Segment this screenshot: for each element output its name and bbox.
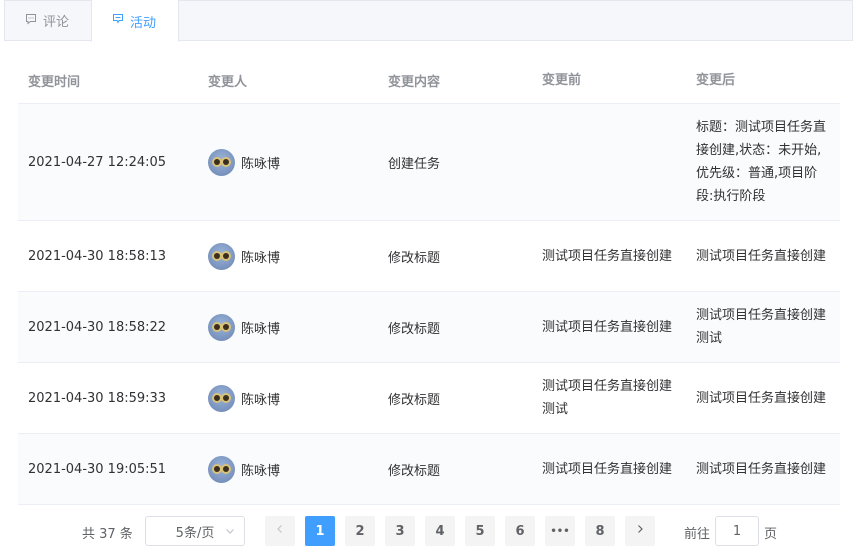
user-name: 陈咏博 [241, 463, 281, 479]
activity-table: 变更时间 变更人 变更内容 变更前 变更后 2021-04-27 12:24:0… [18, 58, 840, 505]
avatar [208, 242, 235, 270]
table-row: 2021-04-30 18:59:33 陈咏博 修改标题 测试项目任务直接创建测… [18, 363, 840, 434]
cell-after: 测试项目任务直接创建测试 [696, 308, 827, 346]
cell-time: 2021-04-30 18:58:22 [28, 319, 167, 335]
tab-comment[interactable]: 评论 [5, 0, 89, 41]
page-button-8[interactable]: 8 [585, 516, 615, 546]
page-button-1[interactable]: 1 [305, 516, 335, 546]
cell-after: 标题：测试项目任务直接创建,状态：未开始,优先级：普通,项目阶段:执行阶段 [696, 120, 827, 204]
next-page-button[interactable] [625, 516, 655, 546]
page-button-4[interactable]: 4 [425, 516, 455, 546]
more-pages-button[interactable]: ••• [545, 516, 575, 546]
user-name: 陈咏博 [241, 392, 281, 408]
header-user: 变更人 [208, 75, 248, 90]
avatar [208, 455, 235, 483]
table-row: 2021-04-30 18:58:13 陈咏博 修改标题 测试项目任务直接创建 … [18, 221, 840, 292]
user-name: 陈咏博 [241, 250, 281, 266]
header-time: 变更时间 [28, 75, 81, 90]
table-header: 变更时间 变更人 变更内容 变更前 变更后 [18, 58, 840, 104]
avatar [208, 384, 235, 412]
page-suffix: 页 [764, 527, 778, 542]
table-row: 2021-04-30 18:58:22 陈咏博 修改标题 测试项目任务直接创建 … [18, 292, 840, 363]
cell-content: 修改标题 [388, 250, 441, 266]
cell-content: 修改标题 [388, 463, 441, 479]
cell-before: 测试项目任务直接创建测试 [542, 379, 673, 417]
cell-user: 陈咏博 [198, 148, 378, 176]
cell-user: 陈咏博 [198, 455, 378, 483]
page-button-5[interactable]: 5 [465, 516, 495, 546]
chevron-down-icon [224, 525, 236, 537]
tab-activity-label: 活动 [130, 15, 157, 31]
page-size-value: 5条/页 [175, 525, 215, 541]
table-row: 2021-04-30 19:05:51 陈咏博 修改标题 测试项目任务直接创建 … [18, 434, 840, 505]
prev-page-button[interactable] [265, 516, 295, 546]
chevron-right-icon [634, 523, 646, 539]
goto-label: 前往 [684, 527, 711, 542]
cell-user: 陈咏博 [198, 242, 378, 270]
page-button-3[interactable]: 3 [385, 516, 415, 546]
table-row: 2021-04-27 12:24:05 陈咏博 创建任务 标题：测试项目任务直接… [18, 104, 840, 221]
pagination-total: 共 37 条 [82, 527, 133, 542]
cell-content: 创建任务 [388, 156, 441, 172]
user-name: 陈咏博 [241, 321, 281, 337]
activity-icon [112, 13, 124, 29]
tab-comment-label: 评论 [43, 15, 70, 30]
page-button-6[interactable]: 6 [505, 516, 535, 546]
cell-content: 修改标题 [388, 392, 441, 408]
pagination: 共 37 条 5条/页 1 2 3 4 5 6 ••• 8 前往 1 页 [0, 516, 853, 546]
cell-user: 陈咏博 [198, 313, 378, 341]
comment-icon [25, 13, 37, 29]
header-content: 变更内容 [388, 75, 441, 90]
page-button-2[interactable]: 2 [345, 516, 375, 546]
cell-after: 测试项目任务直接创建 [696, 390, 827, 406]
cell-time: 2021-04-27 12:24:05 [28, 154, 167, 170]
cell-time: 2021-04-30 18:58:13 [28, 248, 167, 264]
tab-activity[interactable]: 活动 [91, 0, 179, 42]
cell-before: 测试项目任务直接创建 [542, 461, 673, 477]
cell-user: 陈咏博 [198, 384, 378, 412]
header-before: 变更前 [542, 73, 582, 88]
chevron-left-icon [274, 523, 286, 539]
user-name: 陈咏博 [241, 156, 281, 172]
cell-before: 测试项目任务直接创建 [542, 248, 673, 264]
cell-time: 2021-04-30 18:59:33 [28, 390, 167, 406]
avatar [208, 313, 235, 341]
goto-page-input[interactable]: 1 [715, 516, 759, 546]
cell-after: 测试项目任务直接创建 [696, 461, 827, 477]
page-size-select[interactable]: 5条/页 [145, 516, 245, 546]
tab-bar: 评论 活动 [4, 0, 853, 42]
header-after: 变更后 [696, 73, 736, 88]
cell-after: 测试项目任务直接创建 [696, 248, 827, 264]
cell-content: 修改标题 [388, 321, 441, 337]
avatar [208, 148, 235, 176]
cell-time: 2021-04-30 19:05:51 [28, 461, 167, 477]
cell-before: 测试项目任务直接创建 [542, 319, 673, 335]
